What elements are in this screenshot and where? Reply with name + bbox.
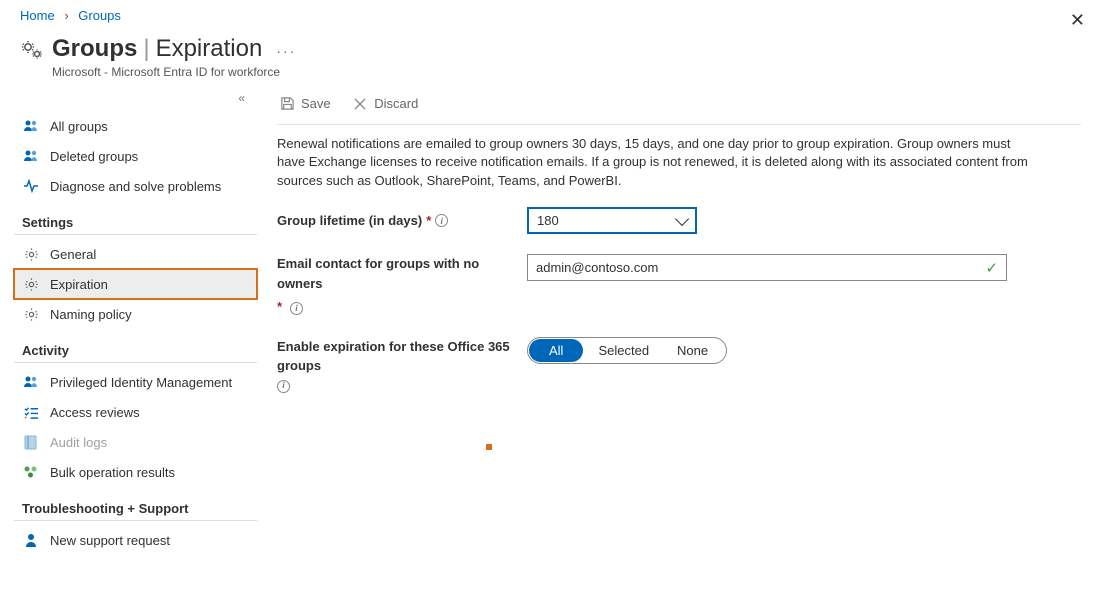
marker-dot	[486, 444, 492, 450]
enable-segmented: All Selected None	[527, 337, 727, 364]
notice-text: Renewal notifications are emailed to gro…	[277, 135, 1037, 192]
info-icon[interactable]: i	[290, 302, 303, 315]
book-icon	[22, 434, 40, 450]
sidebar-item-label: Naming policy	[50, 307, 132, 322]
sidebar-item-expiration[interactable]: Expiration	[14, 269, 257, 299]
more-icon[interactable]: ···	[276, 43, 296, 59]
sidebar-item-label: Audit logs	[50, 435, 107, 450]
users-icon	[22, 118, 40, 134]
sidebar-section-settings: Settings	[14, 201, 257, 235]
enable-label: Enable expiration for these Office 365 g…	[277, 337, 527, 393]
sidebar-item-diagnose[interactable]: Diagnose and solve problems	[14, 171, 257, 201]
sidebar-item-general[interactable]: General	[14, 239, 257, 269]
sidebar-item-label: All groups	[50, 119, 108, 134]
required-icon: *	[277, 297, 282, 317]
check-icon: ✓	[985, 259, 998, 277]
gear-icon	[20, 37, 44, 61]
bulk-icon	[22, 464, 40, 480]
sidebar-item-audit-logs[interactable]: Audit logs	[14, 427, 257, 457]
sidebar-item-pim[interactable]: Privileged Identity Management	[14, 367, 257, 397]
chevron-down-icon	[675, 211, 689, 225]
title-separator: |	[143, 35, 149, 63]
sidebar-item-naming-policy[interactable]: Naming policy	[14, 299, 257, 329]
sidebar-item-label: Bulk operation results	[50, 465, 175, 480]
email-label: Email contact for groups with no owners …	[277, 254, 527, 317]
sidebar-item-support-request[interactable]: New support request	[14, 525, 257, 555]
close-icon[interactable]: ✕	[1070, 10, 1085, 31]
email-value: admin@contoso.com	[536, 260, 658, 275]
sidebar-item-bulk-results[interactable]: Bulk operation results	[14, 457, 257, 487]
person-icon	[22, 532, 40, 548]
sidebar-item-label: New support request	[50, 533, 170, 548]
sidebar-item-label: Expiration	[50, 277, 108, 292]
gear-icon	[22, 246, 40, 262]
sidebar-item-deleted-groups[interactable]: Deleted groups	[14, 141, 257, 171]
discard-icon	[352, 96, 368, 112]
gear-icon	[22, 306, 40, 322]
discard-button[interactable]: Discard	[352, 96, 418, 112]
collapse-icon[interactable]: «	[14, 91, 257, 105]
sidebar-item-all-groups[interactable]: All groups	[14, 111, 257, 141]
users-icon	[22, 374, 40, 390]
segment-selected[interactable]: Selected	[584, 338, 663, 363]
save-label: Save	[301, 96, 331, 111]
sidebar-section-trouble: Troubleshooting + Support	[14, 487, 257, 521]
lifetime-value: 180	[537, 213, 559, 228]
sidebar: « All groups Deleted groups Diagnose and…	[0, 87, 265, 555]
sidebar-item-label: Deleted groups	[50, 149, 138, 164]
page-subtitle: Microsoft - Microsoft Entra ID for workf…	[52, 65, 296, 79]
discard-label: Discard	[374, 96, 418, 111]
page-title-main: Groups	[52, 35, 137, 63]
sidebar-item-label: Access reviews	[50, 405, 140, 420]
save-button[interactable]: Save	[279, 95, 331, 111]
breadcrumb-groups[interactable]: Groups	[78, 8, 121, 23]
command-bar: Save Discard	[277, 87, 1081, 125]
chevron-right-icon: ›	[64, 8, 68, 23]
segment-all[interactable]: All	[529, 339, 583, 362]
checklist-icon	[22, 404, 40, 420]
info-icon[interactable]: i	[277, 380, 290, 393]
pulse-icon	[22, 178, 40, 194]
main-content: Save Discard Renewal notifications are e…	[265, 87, 1103, 555]
required-icon: *	[426, 213, 431, 228]
breadcrumb: Home › Groups	[0, 0, 1103, 27]
email-input[interactable]: admin@contoso.com ✓	[527, 254, 1007, 281]
sidebar-item-label: General	[50, 247, 96, 262]
sidebar-item-access-reviews[interactable]: Access reviews	[14, 397, 257, 427]
page-title-suffix: Expiration	[156, 35, 263, 63]
sidebar-item-label: Diagnose and solve problems	[50, 179, 221, 194]
breadcrumb-home[interactable]: Home	[20, 8, 55, 23]
sidebar-section-activity: Activity	[14, 329, 257, 363]
info-icon[interactable]: i	[435, 214, 448, 227]
segment-none[interactable]: None	[663, 338, 722, 363]
gear-icon	[22, 276, 40, 292]
sidebar-item-label: Privileged Identity Management	[50, 375, 232, 390]
save-icon	[279, 95, 295, 111]
lifetime-dropdown[interactable]: 180	[527, 207, 697, 234]
lifetime-label: Group lifetime (in days) * i	[277, 213, 527, 228]
users-icon	[22, 148, 40, 164]
page-header: Groups | Expiration ··· Microsoft - Micr…	[0, 27, 1103, 79]
